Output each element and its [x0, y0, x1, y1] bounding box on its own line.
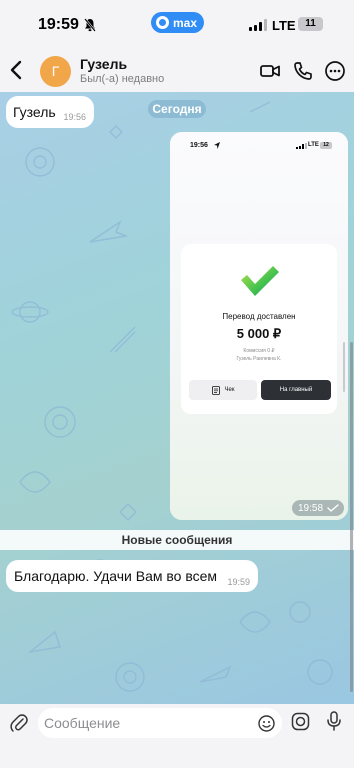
location-arrow-icon — [214, 142, 220, 149]
transfer-amount: 5 000 ₽ — [236, 326, 282, 341]
read-checkmark-icon — [327, 504, 339, 512]
transfer-fee: Комиссия 0 ₽ — [243, 348, 275, 354]
battery-icon: 11 — [298, 17, 323, 31]
camera-icon[interactable] — [291, 712, 310, 731]
message-input[interactable] — [44, 708, 254, 738]
max-logo-icon — [156, 16, 169, 29]
message-input-bar — [0, 704, 354, 768]
transfer-recipient: Гузель Раилевна К. — [236, 356, 282, 362]
document-icon — [211, 385, 220, 395]
contact-name[interactable]: Гузель — [80, 56, 127, 72]
transfer-screenshot: 19:56 LTE 12 Перевод доставлен 5 000 ₽ К… — [170, 132, 348, 520]
screenshot-signal-icon — [296, 143, 307, 149]
more-icon[interactable] — [324, 60, 346, 82]
message-text: Гузель — [13, 104, 56, 120]
chat-area[interactable]: Гузель 19:56 Сегодня 19:56 LTE 12 Перево… — [0, 92, 354, 704]
chat-scrollbar[interactable] — [350, 342, 353, 692]
message-text: Благодарю. Удачи Вам во всем — [14, 568, 218, 584]
microphone-icon[interactable] — [326, 711, 342, 731]
screenshot-battery-icon: 12 — [320, 142, 332, 149]
checkmark-icon — [241, 266, 279, 296]
photo-time: 19:58 — [298, 502, 324, 514]
phone-icon[interactable] — [292, 60, 314, 82]
emoji-icon[interactable] — [258, 715, 275, 732]
home-button: На главный — [261, 380, 331, 400]
message-bubble[interactable]: Гузель 19:56 — [6, 96, 94, 128]
message-field[interactable] — [38, 708, 282, 738]
bell-muted-icon — [84, 18, 96, 32]
status-bar: 19:59 max LTE 11 — [0, 0, 354, 50]
receipt-button-label: Чек — [224, 387, 235, 393]
avatar[interactable]: Г — [40, 56, 71, 87]
screenshot-scrollbar — [343, 342, 345, 392]
message-bubble[interactable]: Благодарю. Удачи Вам во всем 19:59 — [6, 560, 258, 592]
transfer-status: Перевод доставлен — [222, 312, 296, 321]
screenshot-network-label: LTE — [308, 142, 319, 148]
screenshot-status-time: 19:56 — [190, 142, 208, 149]
message-time: 19:59 — [227, 577, 250, 587]
home-button-label: На главный — [279, 387, 313, 393]
max-app-label: max — [173, 15, 198, 30]
receipt-button: Чек — [189, 380, 257, 400]
chat-header: Г Гузель Был(-а) недавно — [0, 50, 354, 92]
video-call-icon[interactable] — [259, 60, 281, 82]
network-label: LTE — [272, 18, 296, 33]
back-icon[interactable] — [8, 59, 26, 81]
contact-status: Был(-а) недавно — [80, 73, 165, 85]
transfer-card: Перевод доставлен 5 000 ₽ Комиссия 0 ₽ Г… — [181, 244, 337, 414]
photo-time-badge: 19:58 — [292, 500, 344, 516]
message-time: 19:56 — [63, 112, 86, 122]
signal-icon — [249, 19, 267, 31]
paperclip-icon[interactable] — [10, 713, 28, 733]
status-time: 19:59 — [38, 16, 79, 33]
date-separator: Сегодня — [148, 100, 206, 118]
max-app-pill[interactable]: max — [151, 12, 204, 33]
new-messages-divider: Новые сообщения — [0, 530, 354, 550]
image-message[interactable]: 19:56 LTE 12 Перевод доставлен 5 000 ₽ К… — [170, 132, 348, 520]
